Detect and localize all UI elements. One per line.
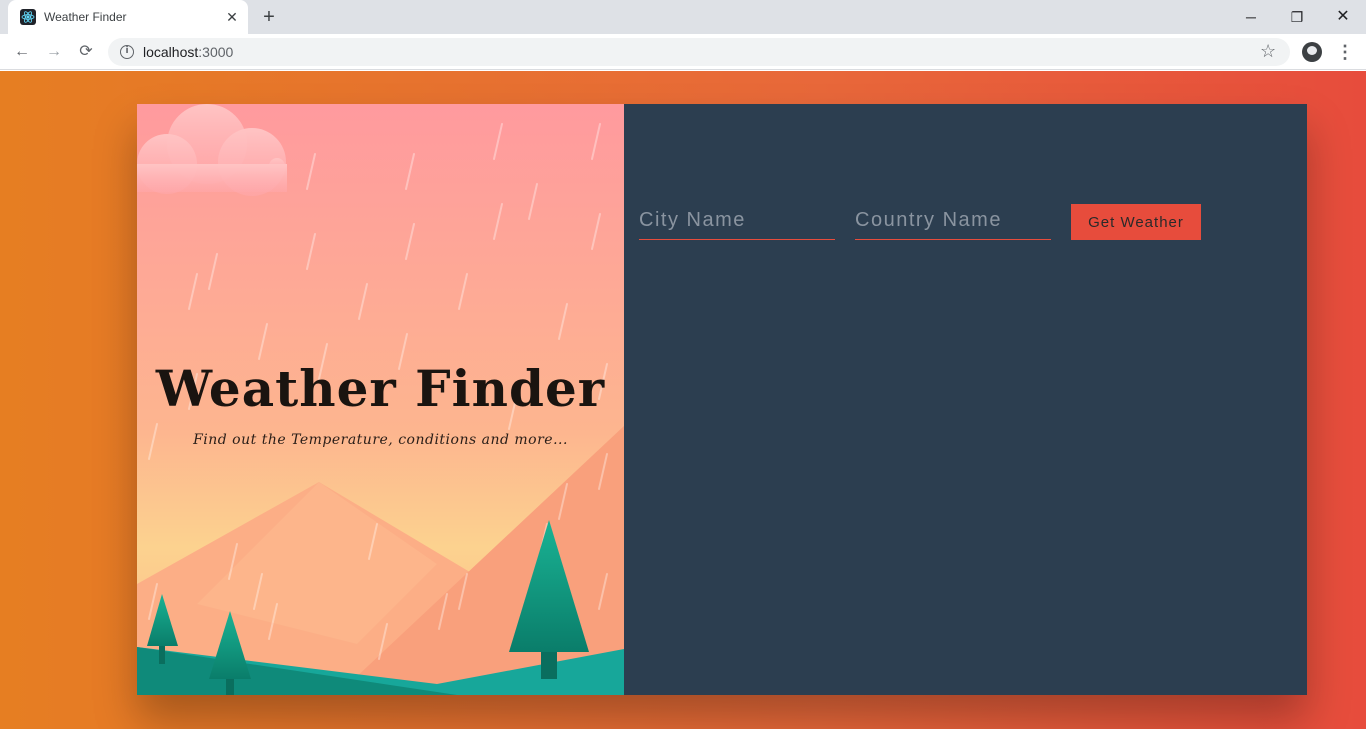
- url-port: :3000: [198, 44, 234, 60]
- info-icon[interactable]: i: [120, 45, 134, 59]
- country-name-input[interactable]: [855, 202, 1051, 240]
- page-subtitle: Find out the Temperature, conditions and…: [193, 432, 568, 448]
- forward-arrow-icon[interactable]: →: [42, 40, 66, 64]
- close-window-icon[interactable]: ✕: [1320, 4, 1366, 30]
- weather-card: Weather Finder Find out the Temperature,…: [137, 104, 1307, 695]
- url-text[interactable]: localhost:3000: [143, 44, 233, 60]
- close-tab-icon[interactable]: ✕: [224, 9, 240, 25]
- reload-icon[interactable]: ⟳: [74, 40, 98, 64]
- hero-panel: Weather Finder Find out the Temperature,…: [137, 104, 624, 695]
- back-arrow-icon[interactable]: ←: [10, 40, 34, 64]
- more-menu-icon[interactable]: ⋮: [1336, 42, 1354, 62]
- city-name-input[interactable]: [639, 202, 835, 240]
- tab-title: Weather Finder: [44, 10, 127, 24]
- new-tab-icon[interactable]: +: [259, 7, 279, 27]
- address-bar[interactable]: i localhost:3000 ☆: [108, 38, 1290, 66]
- restore-icon[interactable]: ❐: [1274, 4, 1320, 30]
- browser-tab[interactable]: Weather Finder ✕: [8, 0, 248, 34]
- search-form-panel: Get Weather: [624, 104, 1307, 695]
- tab-strip: Weather Finder ✕ + ─ ❐ ✕: [0, 0, 1366, 34]
- minimize-icon[interactable]: ─: [1228, 4, 1274, 30]
- page-title: Weather Finder: [155, 359, 606, 418]
- react-logo-icon: [20, 9, 36, 25]
- profile-avatar[interactable]: [1302, 42, 1322, 62]
- url-host: localhost: [143, 44, 199, 60]
- get-weather-button[interactable]: Get Weather: [1071, 204, 1201, 240]
- browser-toolbar: ← → ⟳ i localhost:3000 ☆: [0, 34, 1366, 70]
- bookmark-star-icon[interactable]: ☆: [1260, 41, 1276, 62]
- page-background: Weather Finder Find out the Temperature,…: [0, 71, 1366, 729]
